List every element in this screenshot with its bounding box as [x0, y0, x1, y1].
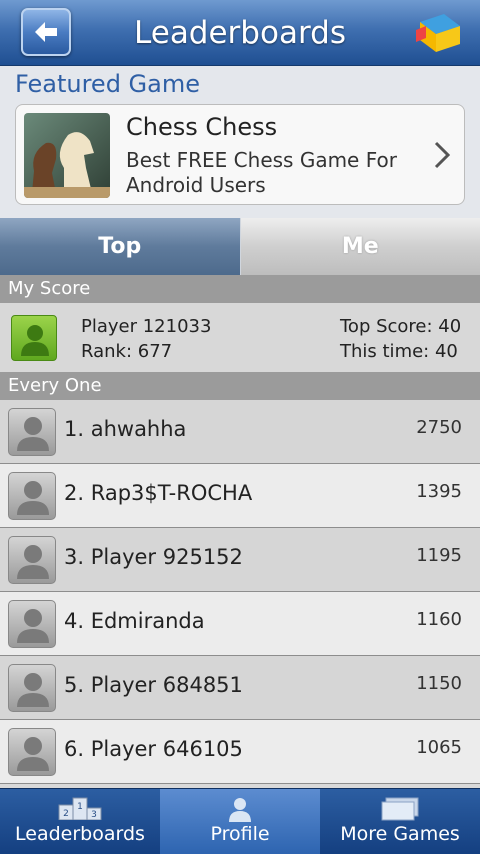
- my-score-header: My Score: [0, 275, 480, 303]
- person-icon: [17, 545, 49, 579]
- player-name: 4. Edmiranda: [64, 609, 205, 633]
- header-bar: Leaderboards: [0, 0, 480, 66]
- nav-leaderboards[interactable]: 1 2 3 Leaderboards: [0, 789, 160, 854]
- everyone-header: Every One: [0, 372, 480, 400]
- svg-text:3: 3: [91, 810, 97, 820]
- svg-text:2: 2: [63, 809, 69, 819]
- screens-icon: [381, 797, 419, 821]
- player-name: 5. Player 684851: [64, 673, 243, 697]
- chess-thumbnail-image: [24, 113, 110, 198]
- back-button[interactable]: [21, 8, 71, 56]
- svg-text:1: 1: [77, 802, 83, 812]
- person-icon: [17, 417, 49, 451]
- player-avatar: [8, 600, 56, 648]
- nav-label: More Games: [340, 823, 460, 845]
- nav-profile[interactable]: Profile: [160, 789, 320, 854]
- person-icon: [21, 325, 49, 356]
- leaderboard-list: 1. ahwahha 2750 2. Rap3$T-ROCHA 1395 3. …: [0, 400, 480, 784]
- featured-title: Featured Game: [15, 70, 201, 98]
- tab-bar: Top Me: [0, 218, 480, 275]
- player-name: 2. Rap3$T-ROCHA: [64, 481, 253, 505]
- game-description: Best FREE Chess Game For Android Users: [126, 148, 397, 197]
- tab-me[interactable]: Me: [240, 218, 480, 275]
- player-score: 1195: [416, 545, 462, 566]
- person-icon: [17, 609, 49, 643]
- featured-game-card[interactable]: Chess Chess Best FREE Chess Game For And…: [15, 104, 465, 205]
- leaderboard-row[interactable]: 3. Player 925152 1195: [0, 528, 480, 592]
- nav-more-games[interactable]: More Games: [320, 789, 480, 854]
- player-score: 1065: [416, 737, 462, 758]
- leaderboard-row[interactable]: 2. Rap3$T-ROCHA 1395: [0, 464, 480, 528]
- podium-icon: 1 2 3: [58, 797, 102, 820]
- my-top-score: Top Score: 40: [340, 316, 462, 337]
- player-score: 1150: [416, 673, 462, 694]
- chevron-right-icon: [434, 141, 450, 169]
- player-avatar: [8, 408, 56, 456]
- featured-section: Featured Game Chess Chess Best FREE Ches…: [0, 66, 480, 218]
- game-name: Chess Chess: [126, 113, 278, 141]
- leaderboard-row[interactable]: 5. Player 684851 1150: [0, 656, 480, 720]
- player-name: 6. Player 646105: [64, 737, 243, 761]
- back-arrow-icon: [35, 22, 57, 42]
- player-name: 3. Player 925152: [64, 545, 243, 569]
- page-title: Leaderboards: [134, 15, 346, 51]
- player-score: 1395: [416, 481, 462, 502]
- player-avatar: [8, 472, 56, 520]
- profile-icon: [229, 798, 251, 822]
- leaderboard-row[interactable]: 4. Edmiranda 1160: [0, 592, 480, 656]
- app-logo-icon: [414, 12, 464, 60]
- tab-top[interactable]: Top: [0, 218, 241, 275]
- player-name: 1. ahwahha: [64, 417, 187, 441]
- bottom-nav: 1 2 3 Leaderboards Profile More Games: [0, 788, 480, 854]
- my-player-name: Player 121033: [81, 316, 212, 337]
- leaderboard-row[interactable]: 1. ahwahha 2750: [0, 400, 480, 464]
- player-avatar: [8, 728, 56, 776]
- player-avatar: [8, 536, 56, 584]
- player-score: 1160: [416, 609, 462, 630]
- my-score-panel: Player 121033 Rank: 677 Top Score: 40 Th…: [0, 303, 480, 372]
- my-avatar: [11, 315, 57, 361]
- nav-label: Profile: [210, 823, 270, 845]
- nav-label: Leaderboards: [15, 823, 145, 845]
- player-score: 2750: [416, 417, 462, 438]
- leaderboard-row[interactable]: 6. Player 646105 1065: [0, 720, 480, 784]
- my-this-time-score: This time: 40: [340, 341, 458, 362]
- player-avatar: [8, 664, 56, 712]
- person-icon: [17, 737, 49, 771]
- person-icon: [17, 673, 49, 707]
- person-icon: [17, 481, 49, 515]
- my-rank: Rank: 677: [81, 341, 173, 362]
